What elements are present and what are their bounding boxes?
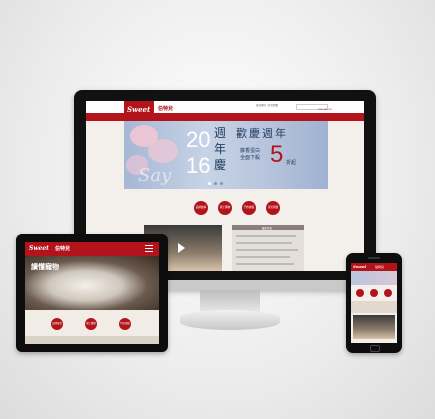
hero-celebration-char: 慶 [214, 158, 227, 172]
phone-quick-link[interactable] [356, 289, 364, 297]
news-title: 最新消息 [262, 227, 273, 230]
news-item[interactable] [236, 249, 298, 251]
play-icon[interactable] [178, 243, 185, 253]
phone-screen: Sweet 伯特兒 [351, 263, 397, 343]
hero-banner[interactable]: Say 20 16 週 年 慶 歡慶週年 藤香蛋白 全面下殺 5 折起 [124, 121, 328, 189]
tablet-footer-strip [25, 336, 159, 344]
quick-link-online-shop[interactable]: 線上購物 [218, 201, 232, 215]
service-phone: 0800-888-789 [318, 109, 332, 111]
phone-home-button[interactable] [370, 345, 380, 352]
tablet-quick-link[interactable]: 門市據點 [119, 318, 131, 330]
tablet-hero-caption: 讀懂寵物 [31, 264, 59, 271]
quick-link-label: 門市據點 [120, 321, 130, 325]
phone-speaker [368, 257, 380, 259]
quick-link-label: 品牌故事 [52, 321, 62, 325]
hero-say: Say [138, 165, 172, 186]
hero-week-char: 週 [214, 126, 227, 140]
phone-hero[interactable] [351, 271, 397, 285]
quick-link-label: 線上購物 [219, 205, 231, 209]
tablet-header: Sweet 伯特兒 [25, 242, 159, 256]
phone-content-strip [351, 301, 397, 313]
phone-device: Sweet 伯特兒 [346, 253, 402, 353]
phone-header: Sweet 伯特兒 [351, 263, 397, 271]
quick-link-label: 線上購物 [86, 321, 96, 325]
news-item[interactable] [236, 256, 290, 258]
main-nav[interactable] [86, 113, 364, 121]
phone-brand-name: 伯特兒 [375, 265, 385, 269]
news-item[interactable] [236, 235, 296, 237]
phone-quick-link[interactable] [384, 289, 392, 297]
top-links[interactable]: 會員專區 | 常見問題 [256, 104, 278, 108]
quick-link-brand-story[interactable]: 品牌故事 [194, 201, 208, 215]
tablet-hero-dog[interactable]: 讀懂寵物 [25, 256, 159, 310]
hero-discount-unit: 折起 [286, 160, 297, 166]
monitor-stand-neck [200, 290, 260, 312]
phone-quick-link[interactable] [370, 289, 378, 297]
carousel-dot[interactable] [214, 182, 217, 185]
news-item[interactable] [236, 242, 292, 244]
tablet-brand-name: 伯特兒 [55, 246, 71, 252]
hero-year-char: 年 [214, 142, 227, 156]
hero-sub2: 全面下殺 [240, 155, 261, 161]
news-item[interactable] [236, 263, 294, 265]
quick-link-stores[interactable]: 門市據點 [242, 201, 256, 215]
quick-link-label: 門市據點 [243, 205, 255, 209]
hero-discount-number: 5 [270, 141, 284, 168]
carousel-dot[interactable] [208, 182, 211, 185]
tablet-device: Sweet 伯特兒 讀懂寵物 品牌故事 線上購物 門市據點 [16, 234, 168, 352]
monitor-stand-base [180, 310, 280, 330]
tablet-logo[interactable]: Sweet [29, 245, 49, 252]
carousel-dot[interactable] [220, 182, 223, 185]
tablet-screen: Sweet 伯特兒 讀懂寵物 品牌故事 線上購物 門市據點 [25, 242, 159, 344]
tablet-quick-link[interactable]: 品牌故事 [51, 318, 63, 330]
menu-icon[interactable] [145, 245, 153, 246]
phone-video[interactable] [353, 315, 395, 339]
hero-sub1: 藤香蛋白 [240, 148, 261, 154]
news-panel: 最新消息 [232, 225, 304, 271]
quick-link-label: 常見問題 [267, 205, 279, 209]
quick-link-label: 品牌故事 [195, 205, 207, 209]
news-header: 最新消息 [232, 225, 304, 230]
phone-logo[interactable]: Sweet [353, 264, 366, 269]
hero-number-20: 20 [186, 127, 211, 152]
brand-name: 伯特兒 [158, 106, 174, 112]
hero-number-16: 16 [186, 153, 211, 178]
quick-link-faq[interactable]: 常見問題 [266, 201, 280, 215]
tablet-quick-link[interactable]: 線上購物 [85, 318, 97, 330]
hero-headline: 歡慶週年 [236, 128, 288, 140]
blossom-decor [148, 139, 178, 163]
